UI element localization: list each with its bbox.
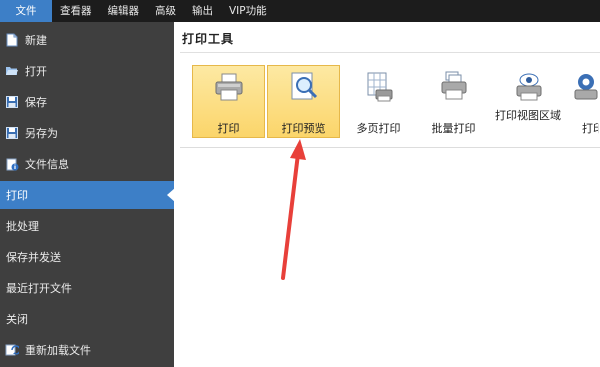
sidebar-item-label: 文件信息 — [25, 158, 69, 171]
sidebar-item-label: 打印 — [6, 189, 28, 202]
print-settings-icon — [569, 70, 599, 104]
menu-advanced[interactable]: 高级 — [147, 0, 184, 22]
menu-file[interactable]: 文件 — [0, 0, 52, 22]
batch-print-icon — [437, 70, 471, 104]
menu-viewer[interactable]: 查看器 — [52, 0, 100, 22]
multi-page-print-icon — [362, 70, 396, 104]
tool-label: 打印视图区域 — [495, 109, 561, 122]
tool-label: 打印预览 — [281, 122, 326, 135]
folder-open-icon — [5, 64, 19, 78]
save-icon — [5, 95, 19, 109]
section-title: 打印工具 — [182, 32, 235, 46]
print-view-area-icon — [512, 70, 546, 104]
sidebar-item-label: 最近打开文件 — [6, 282, 72, 295]
sidebar-item-label: 打开 — [25, 65, 47, 78]
sidebar-item-new[interactable]: 新建 — [0, 26, 174, 54]
sidebar-item-file-info[interactable]: 文件信息 — [0, 150, 174, 178]
menu-output[interactable]: 输出 — [184, 0, 221, 22]
tool-label: 批量打印 — [431, 122, 476, 135]
tool-label: 打印 — [582, 122, 599, 135]
sidebar-item-save-and-send[interactable]: 保存并发送 — [0, 243, 174, 271]
tool-label: 多页打印 — [356, 122, 401, 135]
sidebar-item-label: 关闭 — [6, 313, 28, 326]
sidebar-item-open[interactable]: 打开 — [0, 57, 174, 85]
print-preview-icon — [287, 70, 321, 104]
batch-print-button[interactable]: 批量打印 — [417, 65, 490, 138]
sidebar-item-label: 保存并发送 — [6, 251, 61, 264]
new-file-icon — [5, 33, 19, 47]
print-view-area-button[interactable]: 打印视图区域 — [492, 65, 565, 138]
sidebar-item-label: 新建 — [25, 34, 47, 47]
sidebar-item-save-as[interactable]: 另存为 — [0, 119, 174, 147]
save-as-icon — [5, 126, 19, 140]
reload-icon — [5, 343, 19, 357]
sidebar-item-label: 批处理 — [6, 220, 39, 233]
file-sidebar: 新建 打开 保存 另存为 文件信息 打印 批处理 保存并发送 最近打开文件 关闭 — [0, 22, 175, 367]
ribbon-divider — [180, 147, 600, 148]
sidebar-item-recent-files[interactable]: 最近打开文件 — [0, 274, 174, 302]
sidebar-item-label: 保存 — [25, 96, 47, 109]
section-divider — [180, 52, 600, 53]
print-settings-button[interactable]: 打印 — [567, 65, 600, 138]
sidebar-item-batch[interactable]: 批处理 — [0, 212, 174, 240]
sidebar-item-print[interactable]: 打印 — [0, 181, 175, 209]
sidebar-item-save[interactable]: 保存 — [0, 88, 174, 116]
print-panel: 打印工具 打印 打印预览 多页打印 批量打印 打印视图区域 打 — [174, 22, 600, 367]
sidebar-item-reload[interactable]: 重新加载文件 — [0, 336, 174, 364]
file-info-icon — [5, 157, 19, 171]
printer-icon — [212, 70, 246, 104]
sidebar-item-label: 重新加载文件 — [25, 344, 91, 357]
sidebar-item-close[interactable]: 关闭 — [0, 305, 174, 333]
print-button[interactable]: 打印 — [192, 65, 265, 138]
menu-vip[interactable]: VIP功能 — [221, 0, 275, 22]
menu-editor[interactable]: 编辑器 — [100, 0, 148, 22]
tool-label: 打印 — [217, 122, 240, 135]
menu-bar: 文件 查看器 编辑器 高级 输出 VIP功能 — [0, 0, 600, 22]
multi-page-print-button[interactable]: 多页打印 — [342, 65, 415, 138]
sidebar-item-label: 另存为 — [25, 127, 58, 140]
print-preview-button[interactable]: 打印预览 — [267, 65, 340, 138]
